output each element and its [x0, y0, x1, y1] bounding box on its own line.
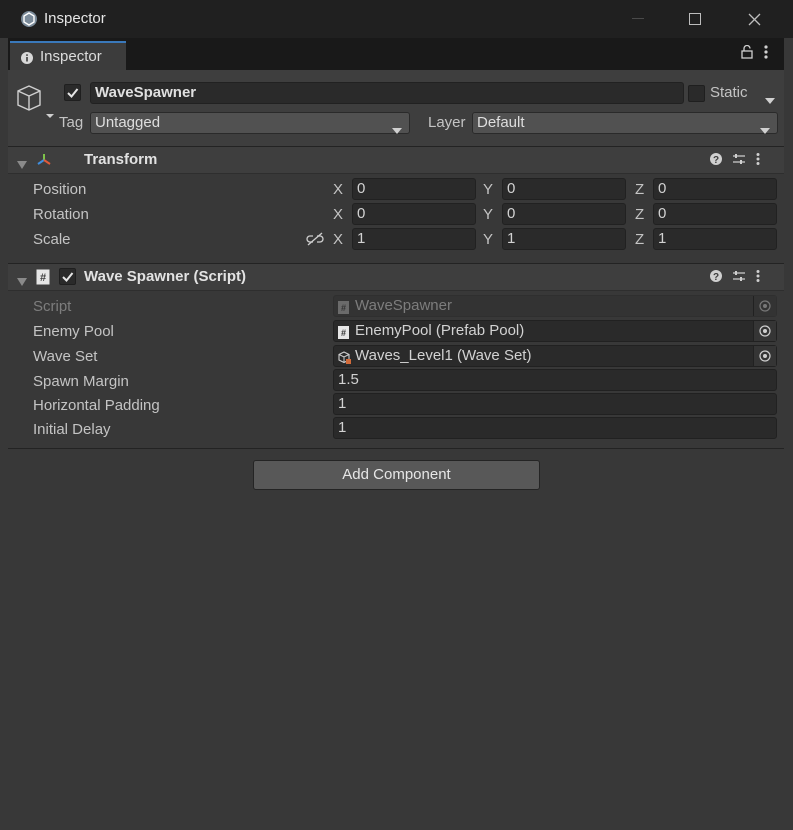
- scale-z-field[interactable]: 1: [653, 228, 777, 250]
- rotation-label: Rotation: [33, 206, 89, 223]
- svg-text:#: #: [341, 328, 346, 338]
- tag-dropdown[interactable]: Untagged: [90, 112, 410, 134]
- rotation-x-field[interactable]: 0: [352, 203, 476, 225]
- help-icon[interactable]: ?: [710, 269, 722, 286]
- svg-text:?: ?: [713, 155, 719, 165]
- chevron-down-icon: [392, 120, 402, 140]
- tag-value: Untagged: [95, 114, 161, 131]
- scriptable-object-icon: [338, 350, 351, 370]
- gameobject-cube-icon[interactable]: [16, 83, 56, 125]
- position-y-field[interactable]: 0: [502, 178, 626, 200]
- script-file-icon: #: [338, 300, 349, 320]
- axis-z-label: Z: [635, 181, 645, 198]
- wave-set-value: Waves_Level1 (Wave Set): [355, 347, 532, 364]
- script-field: # WaveSpawner: [333, 295, 777, 317]
- foldout-arrow-icon[interactable]: [17, 156, 27, 173]
- axis-x-label: X: [333, 206, 344, 223]
- svg-text:#: #: [341, 303, 346, 313]
- add-component-button[interactable]: Add Component: [253, 460, 540, 490]
- transform-icon: [36, 152, 52, 172]
- horizontal-padding-field[interactable]: 1: [333, 393, 777, 415]
- wave-set-label: Wave Set: [33, 348, 98, 365]
- axis-x-label: X: [333, 231, 344, 248]
- spawn-margin-label: Spawn Margin: [33, 373, 129, 390]
- axis-x-label: X: [333, 181, 344, 198]
- help-icon[interactable]: ?: [710, 152, 722, 169]
- rotation-y-field[interactable]: 0: [502, 203, 626, 225]
- tab-inspector[interactable]: Inspector: [10, 41, 126, 70]
- script-file-icon: #: [338, 325, 349, 345]
- initial-delay-field[interactable]: 1: [333, 417, 777, 439]
- static-label: Static: [710, 84, 748, 101]
- inspector-window: Inspector Inspector WaveSpawner Static T…: [0, 0, 793, 830]
- spawn-margin-field[interactable]: 1.5: [333, 369, 777, 391]
- presets-icon[interactable]: [732, 269, 746, 286]
- horizontal-padding-label: Horizontal Padding: [33, 397, 160, 414]
- rotation-z-field[interactable]: 0: [653, 203, 777, 225]
- axis-y-label: Y: [483, 231, 494, 248]
- tag-label: Tag: [59, 114, 84, 131]
- info-icon: [21, 51, 33, 64]
- position-z-field[interactable]: 0: [653, 178, 777, 200]
- title-bar: Inspector: [0, 0, 793, 38]
- wave-set-field[interactable]: Waves_Level1 (Wave Set): [333, 345, 777, 367]
- layer-label: Layer: [428, 114, 466, 131]
- svg-text:#: #: [40, 272, 46, 284]
- component-menu-icon[interactable]: [756, 269, 760, 286]
- axis-y-label: Y: [483, 181, 494, 198]
- object-picker-icon[interactable]: [753, 321, 776, 341]
- layer-value: Default: [477, 114, 525, 131]
- wave-spawner-title: Wave Spawner (Script): [84, 268, 246, 285]
- object-picker-icon[interactable]: [753, 346, 776, 366]
- axis-y-label: Y: [483, 206, 494, 223]
- active-checkbox[interactable]: [64, 84, 81, 101]
- script-label: Script: [33, 298, 72, 315]
- axis-z-label: Z: [635, 206, 645, 223]
- lock-icon[interactable]: [741, 44, 753, 63]
- gameobject-header: WaveSpawner Static Tag Untagged Layer De…: [8, 70, 784, 147]
- unity-logo-icon: [20, 10, 38, 28]
- chevron-down-icon: [760, 120, 770, 140]
- tab-label: Inspector: [40, 48, 102, 65]
- object-picker-icon: [753, 296, 776, 316]
- scale-label: Scale: [33, 231, 71, 248]
- static-checkbox[interactable]: [688, 85, 705, 102]
- maximize-icon[interactable]: [683, 8, 707, 30]
- more-options-icon[interactable]: [764, 45, 768, 63]
- gameobject-name-input[interactable]: WaveSpawner: [90, 82, 684, 104]
- position-x-field[interactable]: 0: [352, 178, 476, 200]
- presets-icon[interactable]: [732, 152, 746, 169]
- transform-header[interactable]: Transform ?: [8, 146, 784, 174]
- static-dropdown-arrow-icon[interactable]: [765, 91, 775, 108]
- transform-title: Transform: [84, 151, 158, 168]
- wave-spawner-header[interactable]: # Wave Spawner (Script) ?: [8, 263, 784, 291]
- foldout-arrow-icon[interactable]: [17, 273, 27, 290]
- svg-text:?: ?: [713, 272, 719, 282]
- script-file-icon: #: [36, 269, 50, 289]
- component-enabled-checkbox[interactable]: [59, 268, 76, 285]
- axis-z-label: Z: [635, 231, 645, 248]
- layer-dropdown[interactable]: Default: [472, 112, 778, 134]
- close-icon[interactable]: [742, 8, 766, 30]
- component-menu-icon[interactable]: [756, 152, 760, 169]
- constrain-proportions-icon[interactable]: [306, 232, 324, 250]
- window-title: Inspector: [44, 10, 106, 27]
- enemy-pool-label: Enemy Pool: [33, 323, 114, 340]
- tab-strip: Inspector: [8, 38, 784, 70]
- initial-delay-label: Initial Delay: [33, 421, 111, 438]
- position-label: Position: [33, 181, 87, 198]
- divider: [8, 448, 784, 449]
- enemy-pool-field[interactable]: # EnemyPool (Prefab Pool): [333, 320, 777, 342]
- minimize-icon[interactable]: [626, 8, 650, 30]
- script-value: WaveSpawner: [355, 297, 452, 314]
- scale-y-field[interactable]: 1: [502, 228, 626, 250]
- scale-x-field[interactable]: 1: [352, 228, 476, 250]
- enemy-pool-value: EnemyPool (Prefab Pool): [355, 322, 525, 339]
- inspector-content: WaveSpawner Static Tag Untagged Layer De…: [8, 70, 784, 822]
